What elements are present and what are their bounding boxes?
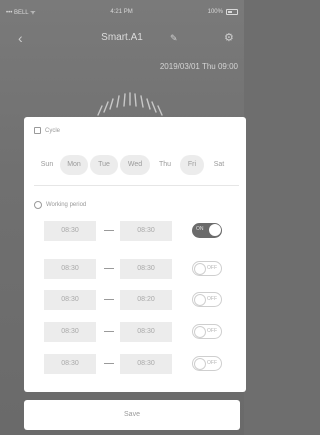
schedule-panel: Cycle Sun Mon Tue Wed Thu Fri Sat Workin… xyxy=(24,117,246,392)
calendar-icon xyxy=(34,127,41,134)
toggle-knob xyxy=(194,294,206,306)
period-toggle[interactable]: OFF xyxy=(192,292,222,307)
nav-bar: ‹ Smart.A1 ✎ ⚙ xyxy=(0,24,244,52)
end-time-field[interactable]: 08:30 xyxy=(120,221,172,241)
battery-indicator: 100% xyxy=(208,9,238,15)
start-time-field[interactable]: 08:30 xyxy=(44,259,96,279)
day-selector: Sun Mon Tue Wed Thu Fri Sat xyxy=(34,155,246,175)
day-chip[interactable]: Tue xyxy=(90,155,118,175)
toggle-label: OFF xyxy=(207,328,217,334)
start-time-field[interactable]: 08:30 xyxy=(44,354,96,374)
clock-icon xyxy=(34,201,42,209)
period-toggle[interactable]: ON xyxy=(192,223,222,238)
day-chip[interactable]: Sat xyxy=(206,155,232,175)
start-time-field[interactable]: 08:30 xyxy=(44,322,96,342)
range-dash xyxy=(104,230,114,231)
toggle-label: OFF xyxy=(207,360,217,366)
toggle-knob xyxy=(194,358,206,370)
period-toggle[interactable]: OFF xyxy=(192,356,222,371)
day-chip[interactable]: Mon xyxy=(60,155,88,175)
day-chip[interactable]: Fri xyxy=(180,155,204,175)
toggle-knob xyxy=(194,263,206,275)
day-chip[interactable]: Wed xyxy=(120,155,150,175)
range-dash xyxy=(104,331,114,332)
toggle-knob xyxy=(209,224,221,236)
period-row: 08:30 08:30 OFF xyxy=(44,259,232,279)
period-toggle[interactable]: OFF xyxy=(192,261,222,276)
carrier-label: ••• BELL ᯤ xyxy=(6,10,36,16)
period-row: 08:30 08:30 OFF xyxy=(44,322,232,342)
period-toggle[interactable]: OFF xyxy=(192,324,222,339)
range-dash xyxy=(104,363,114,364)
toggle-label: ON xyxy=(196,226,204,232)
range-dash xyxy=(104,268,114,269)
status-bar: ••• BELL ᯤ 4:21 PM 100% xyxy=(0,0,244,24)
day-chip[interactable]: Thu xyxy=(152,155,178,175)
toggle-knob xyxy=(194,326,206,338)
start-time-field[interactable]: 08:30 xyxy=(44,290,96,310)
cycle-header: Cycle xyxy=(34,127,60,134)
divider xyxy=(34,185,239,186)
edit-icon[interactable]: ✎ xyxy=(170,33,180,43)
working-period-title: Working period xyxy=(46,202,87,208)
dial-ticks xyxy=(97,92,163,116)
clock-label: 4:21 PM xyxy=(110,9,133,15)
date-time-label: 2019/03/01 Thu 09:00 xyxy=(159,62,238,71)
end-time-field[interactable]: 08:30 xyxy=(120,259,172,279)
end-time-field[interactable]: 08:30 xyxy=(120,322,172,342)
end-time-field[interactable]: 08:20 xyxy=(120,290,172,310)
range-dash xyxy=(104,299,114,300)
cycle-title: Cycle xyxy=(45,127,61,134)
battery-icon xyxy=(225,9,238,15)
toggle-label: OFF xyxy=(207,265,217,271)
start-time-field[interactable]: 08:30 xyxy=(44,221,96,241)
period-row: 08:30 08:30 ON xyxy=(44,221,232,241)
working-period-header: Working period xyxy=(34,201,86,209)
battery-percent: 100% xyxy=(207,9,223,15)
gear-icon[interactable]: ⚙ xyxy=(224,31,238,45)
toggle-label: OFF xyxy=(207,296,217,302)
period-row: 08:30 08:30 OFF xyxy=(44,354,232,374)
save-button[interactable]: Save xyxy=(24,400,240,430)
period-row: 08:30 08:20 OFF xyxy=(44,290,232,310)
end-time-field[interactable]: 08:30 xyxy=(120,354,172,374)
day-chip[interactable]: Sun xyxy=(34,155,60,175)
device-title: Smart.A1 xyxy=(101,32,143,43)
